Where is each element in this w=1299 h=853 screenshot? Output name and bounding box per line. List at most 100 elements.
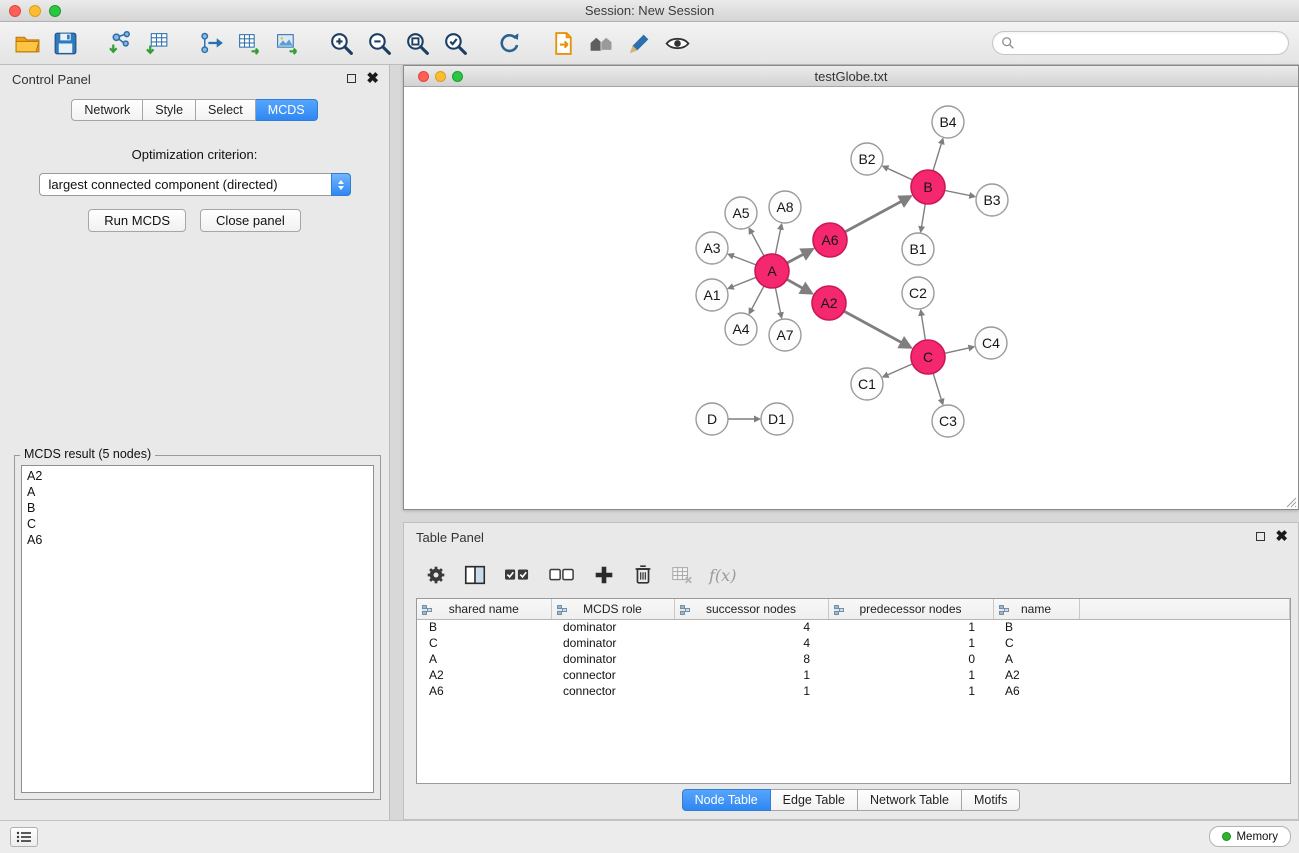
zoom-out-button[interactable]	[360, 26, 398, 60]
edge-A-A4[interactable]	[749, 286, 764, 313]
node-A1[interactable]: A1	[696, 279, 728, 311]
node-B2[interactable]: B2	[851, 143, 883, 175]
close-panel-icon[interactable]: ✖	[366, 73, 379, 84]
network-canvas[interactable]: B4B2BB3B1A5A8A6A3AA1A2C2A4A7C4CC1C3DD1	[404, 87, 1298, 509]
table-cell[interactable]: 1	[828, 667, 993, 683]
minimize-window-button[interactable]	[29, 5, 41, 17]
network-zoom-button[interactable]	[452, 71, 463, 82]
export-network-button[interactable]	[192, 26, 230, 60]
table-cell[interactable]: A6	[993, 683, 1079, 699]
tab-select[interactable]: Select	[196, 99, 256, 121]
export-image-button[interactable]	[268, 26, 306, 60]
node-A[interactable]: A	[755, 254, 789, 288]
memory-button[interactable]: Memory	[1209, 826, 1291, 847]
close-window-button[interactable]	[9, 5, 21, 17]
table-cell[interactable]: connector	[551, 683, 674, 699]
show-columns-button[interactable]	[463, 563, 487, 587]
zoom-in-button[interactable]	[322, 26, 360, 60]
column-header-name[interactable]: name	[993, 599, 1079, 619]
run-mcds-button[interactable]: Run MCDS	[88, 209, 186, 232]
table-cell[interactable]: 4	[674, 635, 828, 651]
edge-A-A5[interactable]	[749, 229, 764, 256]
edge-A-A3[interactable]	[729, 254, 757, 265]
table-row[interactable]: Adominator80A	[417, 651, 1290, 667]
node-B1[interactable]: B1	[902, 233, 934, 265]
network-overview-button[interactable]	[582, 26, 620, 60]
criterion-select[interactable]: largest connected component (directed)	[39, 173, 351, 196]
apply-style-button[interactable]	[620, 26, 658, 60]
table-tab-edge-table[interactable]: Edge Table	[771, 789, 858, 811]
table-cell[interactable]: connector	[551, 667, 674, 683]
edge-A2-C[interactable]	[844, 311, 910, 347]
table-cell[interactable]: 1	[828, 635, 993, 651]
table-row[interactable]: A6connector11A6	[417, 683, 1290, 699]
node-A2[interactable]: A2	[812, 286, 846, 320]
network-close-button[interactable]	[418, 71, 429, 82]
mcds-result-list[interactable]: A2ABCA6	[21, 465, 374, 793]
export-table-button[interactable]	[230, 26, 268, 60]
edge-B-B1[interactable]	[921, 204, 926, 232]
node-A4[interactable]: A4	[725, 313, 757, 345]
edge-A-A8[interactable]	[775, 225, 781, 255]
delete-table-button[interactable]	[670, 563, 694, 587]
table-cell[interactable]: A6	[417, 683, 551, 699]
table-cell[interactable]: A	[417, 651, 551, 667]
close-panel-button[interactable]: Close panel	[200, 209, 301, 232]
table-cell[interactable]: dominator	[551, 651, 674, 667]
table-cell[interactable]: 1	[674, 683, 828, 699]
table-tab-node-table[interactable]: Node Table	[682, 789, 771, 811]
create-column-button[interactable]	[592, 563, 616, 587]
table-cell[interactable]: 1	[674, 667, 828, 683]
table-cell[interactable]: dominator	[551, 635, 674, 651]
node-C1[interactable]: C1	[851, 368, 883, 400]
table-cell[interactable]: 8	[674, 651, 828, 667]
close-table-panel-icon[interactable]: ✖	[1275, 531, 1288, 542]
node-A7[interactable]: A7	[769, 319, 801, 351]
edge-C-C3[interactable]	[933, 373, 943, 404]
node-D1[interactable]: D1	[761, 403, 793, 435]
result-item[interactable]: A6	[27, 532, 368, 548]
zoom-selected-button[interactable]	[436, 26, 474, 60]
float-table-panel-icon[interactable]	[1256, 532, 1265, 541]
import-network-button[interactable]	[100, 26, 138, 60]
column-header-successor-nodes[interactable]: successor nodes	[674, 599, 828, 619]
table-tab-network-table[interactable]: Network Table	[858, 789, 962, 811]
edge-A-A7[interactable]	[775, 288, 781, 318]
table-cell[interactable]: A2	[993, 667, 1079, 683]
node-C3[interactable]: C3	[932, 405, 964, 437]
node-A6[interactable]: A6	[813, 223, 847, 257]
save-session-button[interactable]	[46, 26, 84, 60]
table-cell[interactable]: B	[993, 619, 1079, 635]
edge-B-B2[interactable]	[883, 166, 912, 180]
edge-A-A1[interactable]	[729, 277, 757, 288]
deselect-all-button[interactable]	[547, 563, 577, 587]
node-B3[interactable]: B3	[976, 184, 1008, 216]
table-cell[interactable]: B	[417, 619, 551, 635]
open-session-button[interactable]	[8, 26, 46, 60]
table-cell[interactable]: A2	[417, 667, 551, 683]
edge-A-A2[interactable]	[787, 279, 811, 293]
show-graphics-details-button[interactable]	[658, 26, 696, 60]
node-A3[interactable]: A3	[696, 232, 728, 264]
table-settings-button[interactable]	[424, 563, 448, 587]
table-cell[interactable]: 4	[674, 619, 828, 635]
table-row[interactable]: A2connector11A2	[417, 667, 1290, 683]
node-A5[interactable]: A5	[725, 197, 757, 229]
column-header-MCDS-role[interactable]: MCDS role	[551, 599, 674, 619]
result-item[interactable]: A2	[27, 468, 368, 484]
edge-C-C4[interactable]	[945, 347, 974, 353]
table-cell[interactable]: C	[417, 635, 551, 651]
edge-C-C1[interactable]	[883, 364, 912, 377]
node-C[interactable]: C	[911, 340, 945, 374]
show-panel-menu-button[interactable]	[10, 827, 38, 847]
result-item[interactable]: C	[27, 516, 368, 532]
edge-A-A6[interactable]	[787, 250, 812, 263]
table-tab-motifs[interactable]: Motifs	[962, 789, 1020, 811]
result-item[interactable]: A	[27, 484, 368, 500]
delete-column-button[interactable]	[631, 563, 655, 587]
table-row[interactable]: Bdominator41B	[417, 619, 1290, 635]
node-C2[interactable]: C2	[902, 277, 934, 309]
node-B[interactable]: B	[911, 170, 945, 204]
column-header-predecessor-nodes[interactable]: predecessor nodes	[828, 599, 993, 619]
import-table-button[interactable]	[138, 26, 176, 60]
